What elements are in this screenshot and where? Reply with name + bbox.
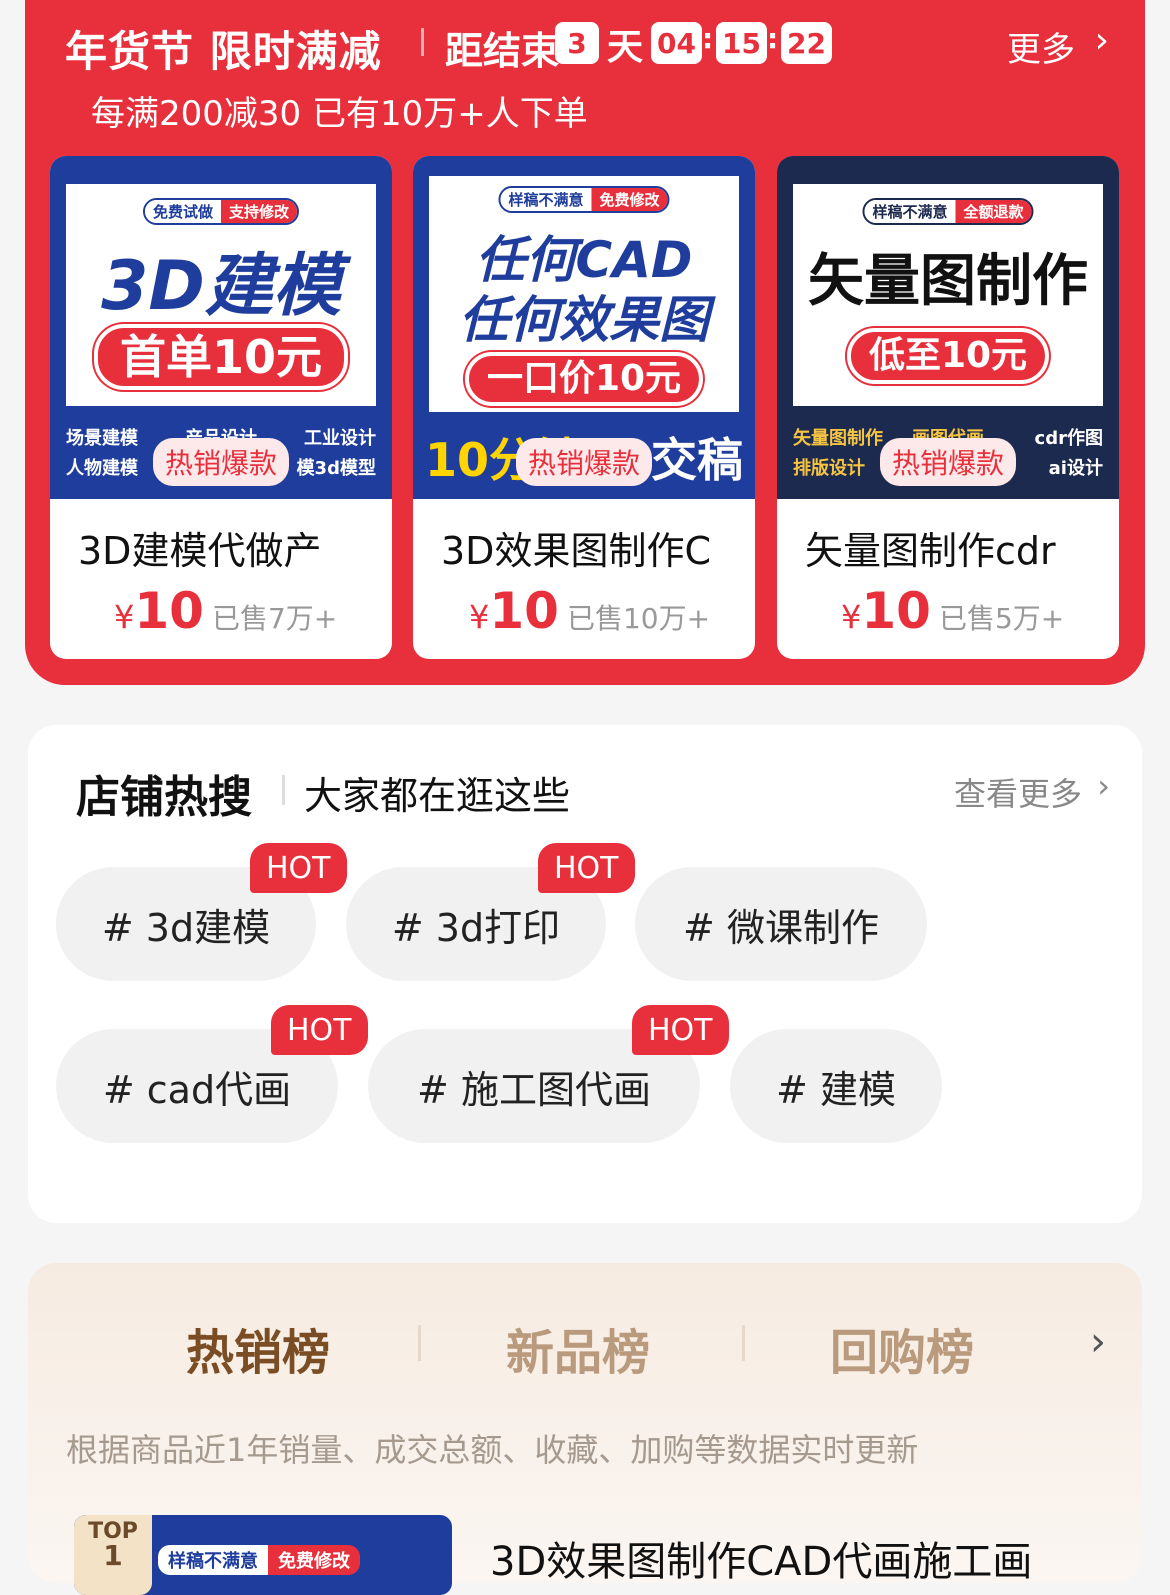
sold-count: 已售10万+ bbox=[566, 602, 711, 635]
chevron-right-icon[interactable]: › bbox=[1095, 20, 1109, 61]
product-image-price-pill: 低至10元 bbox=[846, 328, 1050, 384]
hot-badge: HOT bbox=[271, 1005, 368, 1055]
hot-seller-badge: 热销爆款 bbox=[152, 438, 290, 486]
price-value: 10 bbox=[861, 582, 931, 640]
ranking-section: 热销榜 新品榜 回购榜 › 根据商品近1年销量、成交总额、收藏、加购等数据实时更… bbox=[28, 1263, 1142, 1595]
product-price: ¥10 已售10万+ bbox=[469, 582, 710, 640]
product-image-pill: 免费试做 支持修改 bbox=[142, 198, 300, 225]
product-image-panel: 免费试做 支持修改 3D建模 首单10元 bbox=[66, 184, 376, 406]
product-title[interactable]: 3D建模代做产 bbox=[78, 520, 378, 575]
image-tag: 工业设计 bbox=[303, 428, 376, 449]
promo-product-card[interactable]: 样稿不满意 免费修改 任何CAD 任何效果图 一口价10元 10分钟 交稿 热销… bbox=[413, 156, 755, 659]
image-tag: ai设计 bbox=[1048, 458, 1103, 479]
product-image-headline: 矢量图制作 bbox=[808, 249, 1088, 314]
price-symbol: ¥ bbox=[114, 598, 135, 636]
promo-product-card[interactable]: 样稿不满意 全额退款 矢量图制作 低至10元 矢量图制作 画图代画 cdr作图 … bbox=[777, 156, 1119, 659]
product-price: ¥10 已售7万+ bbox=[114, 582, 337, 640]
countdown-days: 3 bbox=[555, 22, 599, 64]
hot-search-section: 店铺热搜 大家都在逛这些 查看更多 › # 3d建模 HOT # 3d打印 HO… bbox=[28, 725, 1142, 1223]
pill-text: 免费试做 bbox=[144, 200, 221, 223]
top-rank-number: 1 bbox=[103, 1539, 123, 1572]
hot-seller-badge: 热销爆款 bbox=[879, 438, 1017, 486]
product-title[interactable]: 3D效果图制作C bbox=[441, 520, 741, 575]
pill-text: 样稿不满意 bbox=[158, 1545, 268, 1575]
pill-text: 样稿不满意 bbox=[500, 188, 592, 211]
chevron-right-icon[interactable]: › bbox=[1097, 767, 1110, 805]
tab-divider bbox=[418, 1325, 421, 1361]
product-image-headline: 3D建模 bbox=[101, 247, 341, 326]
tab-repurchase[interactable]: 回购榜 bbox=[830, 1313, 974, 1383]
product-image-panel: 样稿不满意 全额退款 矢量图制作 低至10元 bbox=[793, 184, 1103, 406]
hot-seller-badge: 热销爆款 bbox=[515, 438, 653, 486]
image-tag: cdr作图 bbox=[1034, 428, 1103, 449]
countdown-colon: : bbox=[767, 22, 779, 55]
pill-text: 全额退款 bbox=[955, 200, 1032, 223]
product-image-price-pill: 首单10元 bbox=[93, 324, 349, 390]
search-tag[interactable]: # 微课制作 bbox=[635, 867, 927, 981]
countdown-colon: : bbox=[702, 22, 714, 55]
price-symbol: ¥ bbox=[841, 598, 862, 636]
pill-text: 免费修改 bbox=[591, 188, 668, 211]
hot-badge: HOT bbox=[538, 843, 635, 893]
promo-more-link[interactable]: 更多 bbox=[1007, 22, 1075, 71]
pill-text: 免费修改 bbox=[268, 1545, 360, 1575]
product-image-pill: 样稿不满意 全额退款 bbox=[862, 198, 1034, 225]
search-tag[interactable]: # 建模 bbox=[730, 1029, 942, 1143]
promo-product-card[interactable]: 免费试做 支持修改 3D建模 首单10元 场景建模 产品设计 工业设计 人物建模… bbox=[50, 156, 392, 659]
product-image[interactable]: 样稿不满意 全额退款 矢量图制作 低至10元 矢量图制作 画图代画 cdr作图 … bbox=[777, 156, 1119, 499]
ranking-description: 根据商品近1年销量、成交总额、收藏、加购等数据实时更新 bbox=[66, 1431, 919, 1469]
top-rank-badge: TOP 1 bbox=[74, 1515, 152, 1595]
see-more-link[interactable]: 查看更多 bbox=[954, 769, 1082, 815]
countdown-label: 距结束 bbox=[445, 29, 560, 73]
product-image-price-pill: 一口价10元 bbox=[464, 352, 704, 406]
image-tag: 矢量图制作 bbox=[793, 428, 883, 449]
image-tag: 场景建模 bbox=[66, 428, 138, 449]
sold-count: 已售5万+ bbox=[938, 602, 1065, 635]
hot-badge: HOT bbox=[632, 1005, 729, 1055]
pill-text: 支持修改 bbox=[221, 200, 298, 223]
top-product-thumbnail[interactable]: TOP 1 样稿不满意 免费修改 bbox=[74, 1515, 452, 1595]
promo-divider bbox=[421, 28, 424, 56]
countdown-day-unit: 天 bbox=[607, 27, 644, 68]
product-image-pill: 样稿不满意 免费修改 bbox=[158, 1545, 360, 1575]
product-image-panel: 样稿不满意 免费修改 任何CAD 任何效果图 一口价10元 bbox=[429, 176, 739, 412]
promo-subtitle: 每满200减30 已有10万+人下单 bbox=[91, 94, 588, 134]
product-price: ¥10 已售5万+ bbox=[841, 582, 1064, 640]
hot-badge: HOT bbox=[250, 843, 347, 893]
section-title: 店铺热搜 bbox=[76, 772, 252, 823]
image-tag: 模3d模型 bbox=[296, 458, 376, 479]
product-image[interactable]: 免费试做 支持修改 3D建模 首单10元 场景建模 产品设计 工业设计 人物建模… bbox=[50, 156, 392, 499]
countdown-seconds: 22 bbox=[781, 22, 832, 64]
tab-hot-sales[interactable]: 热销榜 bbox=[186, 1313, 330, 1383]
product-image[interactable]: 样稿不满意 免费修改 任何CAD 任何效果图 一口价10元 10分钟 交稿 热销… bbox=[413, 156, 755, 499]
pill-text: 样稿不满意 bbox=[864, 200, 956, 223]
price-value: 10 bbox=[134, 582, 204, 640]
tab-divider bbox=[742, 1325, 745, 1361]
section-subtitle: 大家都在逛这些 bbox=[304, 774, 571, 818]
price-value: 10 bbox=[489, 582, 559, 640]
promo-banner: 年货节 限时满减 距结束 3 天 04 : 15 : 22 更多 › 每满200… bbox=[25, 0, 1145, 685]
image-caption-text: 交稿 bbox=[651, 433, 743, 487]
tab-new-products[interactable]: 新品榜 bbox=[506, 1313, 650, 1383]
top-product-title[interactable]: 3D效果图制作CAD代画施工画 bbox=[490, 1529, 1032, 1587]
product-title[interactable]: 矢量图制作cdr bbox=[805, 520, 1105, 575]
product-image-headline: 任何效果图 bbox=[459, 291, 709, 349]
product-image-pill: 样稿不满意 免费修改 bbox=[498, 186, 670, 213]
sold-count: 已售7万+ bbox=[211, 602, 338, 635]
chevron-right-icon[interactable]: › bbox=[1090, 1319, 1106, 1365]
countdown-minutes: 15 bbox=[716, 22, 767, 64]
title-divider bbox=[282, 775, 285, 805]
promo-title: 年货节 限时满减 bbox=[65, 27, 382, 76]
countdown-hours: 04 bbox=[651, 22, 702, 64]
price-symbol: ¥ bbox=[469, 598, 490, 636]
